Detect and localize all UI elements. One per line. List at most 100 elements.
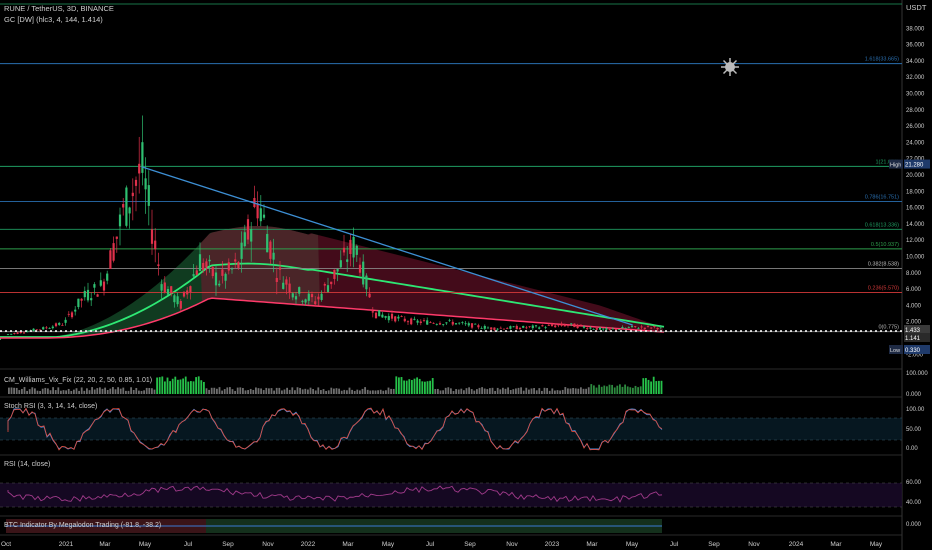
candle-body — [608, 329, 611, 330]
indicator-title[interactable]: GC [DW] (hlc3, 4, 144, 1.414) — [4, 15, 103, 24]
candle-body — [566, 325, 570, 326]
symbol-title[interactable]: RUNE / TetherUS, 3D, BINANCE — [4, 4, 114, 13]
btc-indicator-title[interactable]: BTC Indicator By Megalodon Trading (-81.… — [4, 522, 161, 529]
vix-bar — [164, 381, 166, 394]
vix-bar — [621, 386, 624, 394]
vix-bar — [629, 387, 632, 394]
candle-body — [659, 326, 662, 328]
candle-body — [512, 326, 515, 328]
vix-bar — [140, 390, 143, 394]
vix-bar — [86, 388, 88, 394]
vix-fix-title[interactable]: CM_Williams_Vix_Fix (22, 20, 2, 50, 0.85… — [4, 377, 152, 384]
vix-bar — [187, 381, 190, 394]
vix-bar — [255, 387, 257, 394]
candle-body — [582, 326, 586, 328]
vix-bar — [10, 387, 13, 394]
vix-bar — [473, 390, 476, 394]
vix-bar — [158, 377, 161, 394]
candle-body — [22, 332, 26, 334]
candle-body — [317, 296, 320, 300]
candle-body — [518, 327, 522, 330]
vix-bar — [203, 381, 205, 394]
vix-bar — [340, 390, 343, 394]
sun-icon[interactable] — [721, 58, 739, 76]
candle-body — [653, 325, 656, 327]
vix-bar — [468, 387, 470, 394]
vix-bar — [494, 390, 496, 394]
vix-bar — [405, 380, 408, 394]
vix-bar — [13, 387, 15, 394]
vix-bar — [192, 381, 195, 394]
vix-bar — [642, 378, 645, 394]
vix-bar — [595, 387, 598, 394]
vix-bar — [195, 377, 197, 394]
price-tag-name: High — [890, 163, 901, 169]
candle-body — [330, 281, 333, 285]
sub-pane-tick: 0.000 — [906, 522, 922, 528]
candle-body — [429, 322, 432, 324]
candle-body — [435, 324, 438, 325]
price-tick: 6.000 — [906, 287, 922, 293]
vix-bar — [177, 379, 179, 394]
vix-bar — [257, 388, 260, 394]
vix-bar — [208, 389, 210, 394]
vix-bar — [437, 388, 439, 394]
vix-bar — [96, 388, 99, 394]
candle-body — [531, 325, 534, 329]
rsi-pane — [0, 482, 902, 508]
candle-body — [176, 296, 179, 305]
candle-body — [166, 289, 170, 295]
candle-body — [499, 327, 502, 329]
price-tick: 34.000 — [906, 59, 925, 65]
rsi-title[interactable]: RSI (14, close) — [4, 461, 50, 468]
candle-body — [205, 261, 208, 268]
vix-bar — [294, 390, 296, 394]
stoch-rsi-title[interactable]: Stoch RSI (3, 3, 14, 14, close) — [4, 403, 97, 410]
candle-body — [118, 214, 122, 227]
vix-bar — [135, 387, 138, 394]
vix-bar — [507, 387, 509, 394]
vix-bar — [296, 387, 299, 394]
vix-bar — [244, 390, 247, 394]
candle-body — [461, 322, 464, 323]
vix-bar — [223, 389, 226, 394]
candle-body — [333, 269, 336, 279]
vix-bar — [533, 388, 535, 394]
vix-bar — [166, 377, 169, 394]
candle-body — [528, 326, 531, 328]
vix-bar — [83, 390, 86, 394]
vix-bar — [377, 390, 379, 394]
candle-body — [432, 322, 435, 324]
candle-body — [42, 327, 45, 330]
candle-body — [160, 284, 163, 291]
candle-body — [387, 316, 390, 321]
candle-body — [352, 236, 355, 258]
sub-pane-tick: 50.00 — [906, 427, 922, 433]
vix-bar — [270, 388, 273, 394]
candle-body — [202, 262, 205, 270]
vix-bar — [119, 388, 122, 394]
candle-body — [506, 328, 509, 330]
candle-body — [208, 259, 211, 262]
vix-bar — [247, 390, 249, 394]
candle-body — [640, 326, 643, 328]
candle-body — [374, 312, 378, 319]
candle-body — [192, 274, 195, 277]
candle-body — [237, 262, 240, 269]
candle-body — [307, 293, 310, 301]
trading-chart[interactable]: 1.618(33.665)1(21.059)0.786(16.751)0.618… — [0, 0, 932, 550]
vix-bar — [554, 390, 556, 394]
vix-bar — [57, 387, 60, 394]
vix-bar — [593, 385, 595, 394]
candle-body — [138, 163, 141, 174]
vix-bar — [314, 390, 317, 394]
vix-bar — [444, 387, 447, 394]
vix-bar — [99, 387, 101, 394]
vix-bar — [205, 388, 208, 394]
vix-bar — [78, 390, 80, 394]
price-tick: 8.000 — [906, 271, 922, 277]
vix-bar — [275, 387, 278, 394]
price-tick: 36.000 — [906, 43, 925, 49]
vix-bar — [379, 389, 382, 394]
candle-body — [598, 327, 602, 330]
